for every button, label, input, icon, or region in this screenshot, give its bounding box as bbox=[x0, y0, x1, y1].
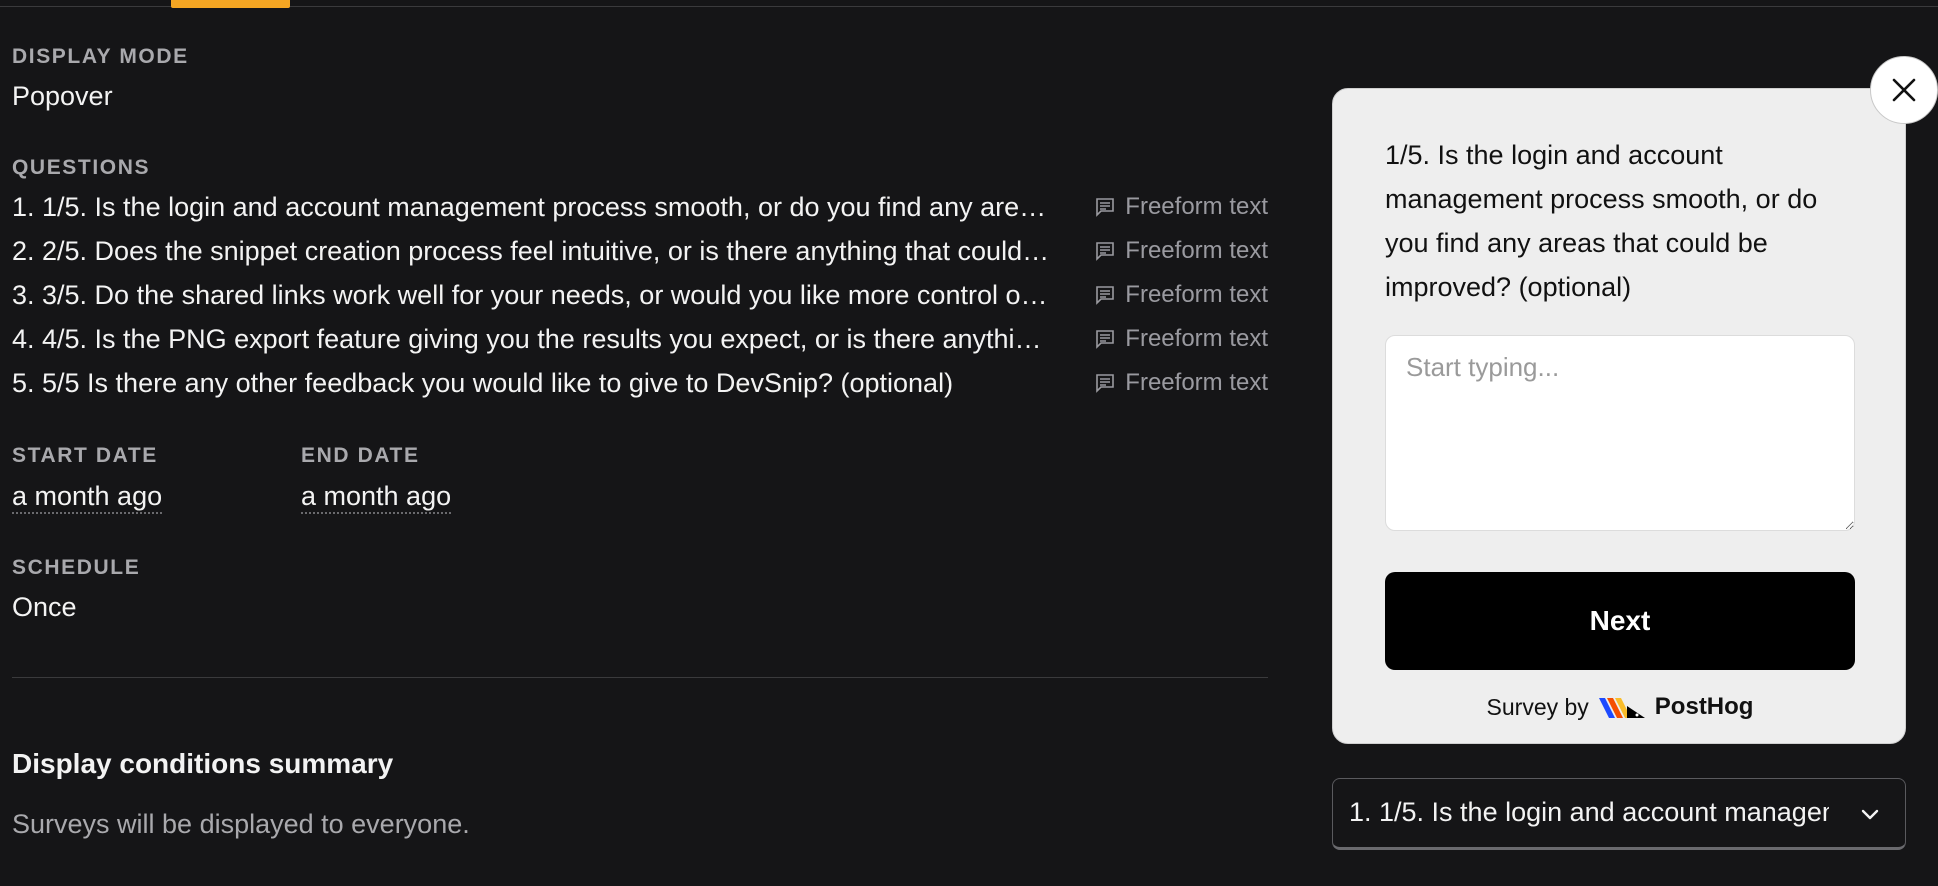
comment-icon bbox=[1096, 198, 1115, 217]
question-text: 3. 3/5. Do the shared links work well fo… bbox=[12, 280, 1052, 310]
end-date-value-wrap: a month ago bbox=[301, 481, 452, 514]
question-row: 3. 3/5. Do the shared links work well fo… bbox=[12, 280, 1268, 324]
schedule-label: SCHEDULE bbox=[12, 556, 141, 579]
comment-icon bbox=[1096, 242, 1115, 261]
question-type: Freeform text bbox=[1095, 325, 1268, 353]
comment-icon bbox=[1096, 374, 1115, 393]
question-row: 5. 5/5 Is there any other feedback you w… bbox=[12, 368, 1268, 412]
question-type-label: Freeform text bbox=[1125, 237, 1268, 264]
survey-answer-input[interactable] bbox=[1385, 335, 1855, 531]
question-select-value: 1. 1/5. Is the login and account managem… bbox=[1349, 797, 1829, 827]
question-text: 4. 4/5. Is the PNG export feature giving… bbox=[12, 324, 1052, 354]
comment-icon bbox=[1096, 286, 1115, 305]
question-text: 2. 2/5. Does the snippet creation proces… bbox=[12, 236, 1052, 266]
question-type: Freeform text bbox=[1095, 237, 1268, 265]
survey-question: 1/5. Is the login and account management… bbox=[1385, 140, 1818, 302]
start-date-label: START DATE bbox=[12, 444, 158, 467]
questions-label: QUESTIONS bbox=[12, 156, 151, 179]
branding-prefix: Survey by bbox=[1486, 693, 1589, 720]
comment-icon bbox=[1096, 330, 1115, 349]
question-type: Freeform text bbox=[1095, 193, 1268, 221]
branding-name: PostHog bbox=[1654, 693, 1754, 720]
close-icon bbox=[1892, 78, 1916, 102]
question-type: Freeform text bbox=[1095, 281, 1268, 309]
question-row: 4. 4/5. Is the PNG export feature giving… bbox=[12, 324, 1268, 368]
question-text: 5. 5/5 Is there any other feedback you w… bbox=[12, 368, 954, 398]
display-conditions-title: Display conditions summary bbox=[12, 748, 394, 779]
question-select[interactable]: 1. 1/5. Is the login and account managem… bbox=[1332, 778, 1906, 850]
question-type-label: Freeform text bbox=[1125, 281, 1268, 308]
tabs-underline bbox=[0, 6, 1938, 7]
question-row: 2. 2/5. Does the snippet creation proces… bbox=[12, 236, 1268, 280]
schedule-value: Once bbox=[12, 592, 77, 622]
display-conditions-text: Surveys will be displayed to everyone. bbox=[12, 809, 470, 839]
active-tab-indicator bbox=[171, 0, 290, 8]
end-date-value: a month ago bbox=[301, 481, 452, 514]
divider bbox=[12, 677, 1268, 678]
question-row: 1. 1/5. Is the login and account managem… bbox=[12, 192, 1268, 236]
close-button[interactable] bbox=[1870, 56, 1938, 124]
question-type-label: Freeform text bbox=[1125, 369, 1268, 396]
posthog-logo-icon bbox=[1598, 698, 1645, 718]
question-text: 1. 1/5. Is the login and account managem… bbox=[12, 192, 1052, 222]
question-type-label: Freeform text bbox=[1125, 325, 1268, 352]
question-type: Freeform text bbox=[1095, 369, 1268, 397]
chevron-down-icon bbox=[1861, 809, 1879, 820]
display-mode-value: Popover bbox=[12, 81, 113, 111]
survey-branding[interactable]: Survey by PostHog bbox=[1333, 693, 1907, 721]
display-mode-label: DISPLAY MODE bbox=[12, 45, 189, 68]
question-type-label: Freeform text bbox=[1125, 193, 1268, 220]
survey-preview-popover: 1/5. Is the login and account management… bbox=[1332, 88, 1906, 744]
start-date-value: a month ago bbox=[12, 481, 163, 514]
end-date-label: END DATE bbox=[301, 444, 420, 467]
next-button[interactable]: Next bbox=[1385, 572, 1855, 670]
start-date-value-wrap: a month ago bbox=[12, 481, 163, 514]
